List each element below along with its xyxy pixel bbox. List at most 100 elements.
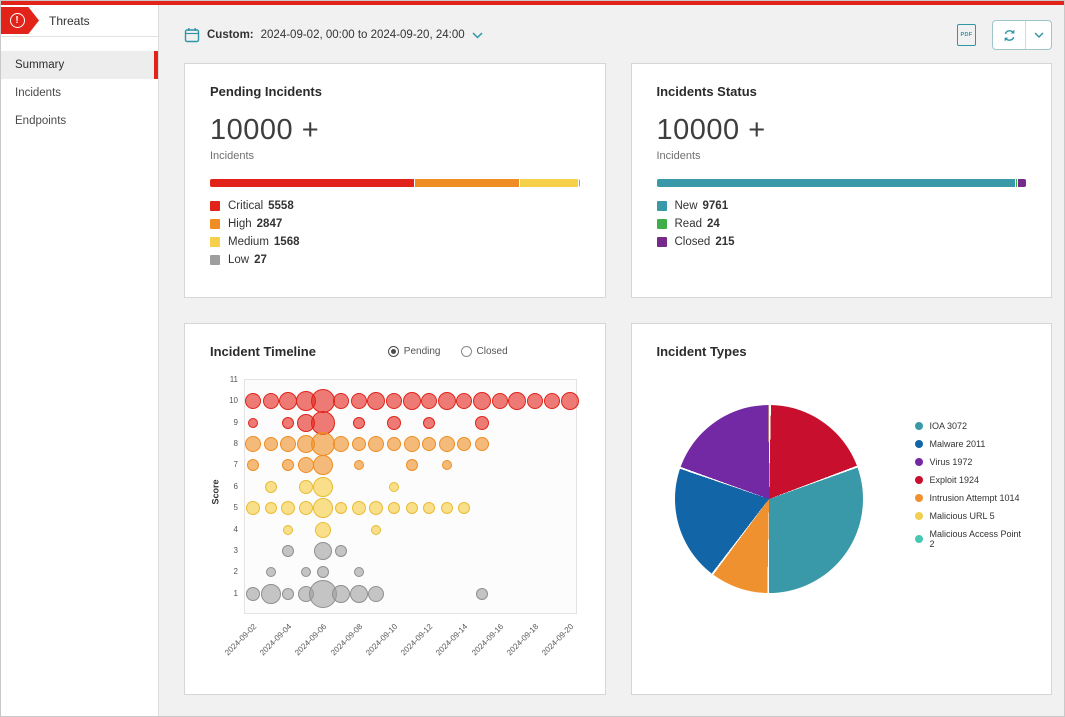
pie-legend-label: Exploit 1924 bbox=[930, 475, 980, 485]
bubble-high bbox=[406, 459, 418, 471]
legend-color-swatch bbox=[657, 201, 667, 211]
bubble-high bbox=[333, 436, 349, 452]
pie-area: IOA 3072 Malware 2011 Virus 1972 Exploit 19… bbox=[657, 405, 1027, 593]
bubble-low bbox=[266, 567, 276, 577]
bubble-critical bbox=[282, 417, 294, 429]
date-range-text: 2024-09-02, 00:00 to 2024-09-20, 24:00 bbox=[261, 29, 465, 41]
pie-legend-item: Exploit 1924 bbox=[915, 475, 1027, 485]
bar-segment-new bbox=[657, 179, 1016, 187]
bubble-medium bbox=[281, 501, 295, 515]
bubble-high bbox=[247, 459, 259, 471]
bubble-high bbox=[313, 455, 333, 475]
bubble-low bbox=[301, 567, 311, 577]
bubble-high bbox=[475, 437, 489, 451]
legend-item-new: New9761 bbox=[657, 200, 1027, 212]
bubble-high bbox=[404, 436, 420, 452]
bubble-critical bbox=[351, 393, 367, 409]
bubble-critical bbox=[561, 392, 579, 410]
sidebar-item-endpoints[interactable]: Endpoints bbox=[1, 107, 158, 135]
legend-value: 1568 bbox=[274, 236, 300, 248]
cards-grid: Pending Incidents 10000 + Incidents Crit… bbox=[159, 63, 1064, 695]
radio-label: Closed bbox=[477, 346, 508, 357]
y-tick-label: 4 bbox=[218, 525, 238, 534]
radio-pending[interactable]: Pending bbox=[388, 346, 441, 357]
pie-legend-label: IOA 3072 bbox=[930, 421, 968, 431]
pie-legend-item: Malicious Access Point 2 bbox=[915, 529, 1027, 549]
timeline-header: Incident Timeline PendingClosed bbox=[210, 344, 580, 359]
main-content: Custom: 2024-09-02, 00:00 to 2024-09-20,… bbox=[159, 5, 1064, 716]
refresh-icon bbox=[1002, 28, 1017, 43]
bubble-high bbox=[311, 432, 335, 456]
legend-label: Critical bbox=[228, 200, 263, 212]
bar-segment-read bbox=[1016, 179, 1017, 187]
legend-color-swatch bbox=[210, 255, 220, 265]
incidents-status-card: Incidents Status 10000 + Incidents New97… bbox=[631, 63, 1053, 298]
bubble-high bbox=[457, 437, 471, 451]
sidebar-header: ! Threats bbox=[1, 5, 158, 37]
bubble-critical bbox=[263, 393, 279, 409]
calendar-icon bbox=[184, 27, 200, 43]
radio-closed[interactable]: Closed bbox=[461, 346, 508, 357]
legend-color-swatch bbox=[210, 219, 220, 229]
legend-label: High bbox=[228, 218, 252, 230]
status-bar bbox=[657, 179, 1027, 187]
bubble-high bbox=[352, 437, 366, 451]
bar-segment-medium bbox=[520, 179, 577, 187]
y-tick-label: 11 bbox=[218, 375, 238, 384]
bubble-high bbox=[298, 457, 314, 473]
date-range-picker[interactable]: Custom: 2024-09-02, 00:00 to 2024-09-20,… bbox=[184, 27, 483, 43]
bubble-critical bbox=[421, 393, 437, 409]
bubble-low bbox=[282, 545, 294, 557]
bubble-medium bbox=[283, 525, 293, 535]
bubble-medium bbox=[352, 501, 366, 515]
legend-color-swatch bbox=[915, 458, 923, 466]
bubble-medium bbox=[313, 477, 333, 497]
bubble-medium bbox=[265, 502, 277, 514]
bubble-medium bbox=[441, 502, 453, 514]
y-tick-label: 8 bbox=[218, 439, 238, 448]
bubble-medium bbox=[299, 501, 313, 515]
bar-segment-low bbox=[579, 179, 580, 187]
legend-label: Low bbox=[228, 254, 249, 266]
pie-legend-label: Malware 2011 bbox=[930, 439, 986, 449]
layout: ! Threats SummaryIncidentsEndpoints Cust… bbox=[1, 5, 1064, 716]
legend-color-swatch bbox=[210, 201, 220, 211]
bubble-medium bbox=[315, 522, 331, 538]
pending-severity-bar bbox=[210, 179, 580, 187]
bubble-medium bbox=[423, 502, 435, 514]
toolbar-actions: PDF bbox=[957, 20, 1052, 50]
incident-types-card: Incident Types IOA 3072Malware 2011Virus… bbox=[631, 323, 1053, 695]
y-tick-label: 1 bbox=[218, 589, 238, 598]
legend-label: Medium bbox=[228, 236, 269, 248]
legend-color-swatch bbox=[210, 237, 220, 247]
bubble-critical bbox=[367, 392, 385, 410]
bubble-high bbox=[280, 436, 296, 452]
legend-item-medium: Medium 1568 bbox=[210, 236, 580, 248]
y-tick-label: 9 bbox=[218, 418, 238, 427]
card-title: Pending Incidents bbox=[210, 84, 580, 99]
y-tick-label: 2 bbox=[218, 567, 238, 576]
bubble-high bbox=[282, 459, 294, 471]
toolbar: Custom: 2024-09-02, 00:00 to 2024-09-20,… bbox=[159, 5, 1064, 63]
count-label: Incidents bbox=[210, 150, 580, 162]
bubble-critical bbox=[473, 392, 491, 410]
bubble-critical bbox=[311, 389, 335, 413]
bubble-medium bbox=[335, 502, 347, 514]
bubble-critical bbox=[475, 416, 489, 430]
refresh-options-button[interactable] bbox=[1026, 21, 1051, 49]
bubble-critical bbox=[456, 393, 472, 409]
refresh-button[interactable] bbox=[993, 21, 1025, 49]
sidebar-item-incidents[interactable]: Incidents bbox=[1, 79, 158, 107]
pie-legend-label: Virus 1972 bbox=[930, 457, 973, 467]
pie-legend-label: Intrusion Attempt 1014 bbox=[930, 493, 1020, 503]
sidebar-menu: SummaryIncidentsEndpoints bbox=[1, 37, 158, 135]
bubble-critical bbox=[403, 392, 421, 410]
bubble-low bbox=[261, 584, 281, 604]
export-pdf-button[interactable]: PDF bbox=[957, 24, 976, 46]
y-tick-label: 3 bbox=[218, 546, 238, 555]
legend-item-low: Low27 bbox=[210, 254, 580, 266]
incident-types-pie bbox=[675, 405, 863, 593]
radio-label: Pending bbox=[404, 346, 441, 357]
bar-segment-high bbox=[415, 179, 519, 187]
sidebar-item-summary[interactable]: Summary bbox=[1, 51, 158, 79]
